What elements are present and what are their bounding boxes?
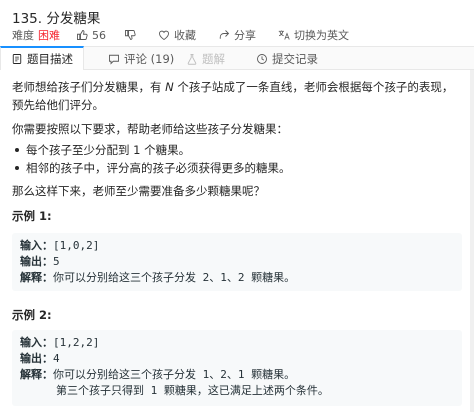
favorite-button[interactable]: 收藏 [158,27,196,43]
problem-header: 135. 分发糖果 难度 困难 56 收藏 分享 切换为英文 [0,0,474,46]
variable-n: N [165,80,174,94]
tab-description-label: 题目描述 [27,52,73,66]
example-2-explanation-cont: 第三个孩子只得到 1 颗糖果，这已满足上述两个条件。 [56,384,329,397]
tab-comments[interactable]: 评论 (19) [108,47,174,70]
example-2-output: 输出：4 [20,352,60,365]
share-icon [219,30,230,39]
example-1-title: 示例 1: [12,209,52,223]
example-2-title: 示例 2: [12,308,52,322]
example-1-input: 输入：[1,0,2] [20,239,100,252]
favorite-label: 收藏 [174,29,196,42]
document-icon [12,54,22,64]
list-item: 每个孩子至少分配到 1 个糖果。 [12,141,291,159]
share-button[interactable]: 分享 [218,27,256,43]
tab-comments-label: 评论 (19) [124,51,175,66]
thumbs-up-icon [77,30,88,40]
tab-solutions-label: 题解 [202,51,225,66]
tab-solutions[interactable]: 题解 [186,47,225,70]
description-paragraph-1: 老师想给孩子们分发糖果，有 N 个孩子站成了一条直线，老师会根据每个孩子的表现，… [12,80,454,112]
rules-list: 每个孩子至少分配到 1 个糖果。 相邻的孩子中，评分高的孩子必须获得更多的糖果。 [12,141,291,177]
tab-submissions[interactable]: 提交记录 [256,47,318,70]
difficulty-badge: 困难 [38,29,60,42]
flask-icon [187,53,197,65]
scrollbar[interactable] [470,70,474,412]
like-count: 56 [92,28,106,42]
example-1-box: 输入：[1,0,2] 输出：5 解释：你可以分别给这三个孩子分发 2、1、2 颗… [12,233,462,291]
difficulty-label: 难度 [12,29,34,42]
share-label: 分享 [234,29,256,42]
example-1-output: 输出：5 [20,255,60,268]
dislike-button[interactable] [124,29,140,41]
tab-description[interactable]: 题目描述 [0,46,84,70]
switch-language-label: 切换为英文 [294,29,349,42]
translate-icon [278,30,290,40]
thumbs-down-icon [125,30,136,40]
description-paragraph-3: 那么这样下来，老师至少需要准备多少颗糖果呢？ [12,184,265,198]
example-1-explanation: 解释：你可以分别给这三个孩子分发 2、1、2 颗糖果。 [20,271,296,284]
problem-meta: 难度 困难 56 收藏 分享 切换为英文 [12,27,371,43]
description-paragraph-2: 你需要按照以下要求，帮助老师给这些孩子分发糖果： [12,122,288,136]
comment-icon [109,54,119,65]
problem-title: 135. 分发糖果 [12,11,101,27]
problem-tabs: 题目描述 评论 (19) 题解 提交记录 [0,46,474,70]
example-2-box: 输入：[1,2,2] 输出：4 解释：你可以分别给这三个孩子分发 1、2、1 颗… [12,330,462,406]
heart-icon [159,30,169,41]
clock-icon [257,53,267,64]
like-button[interactable]: 56 [76,29,106,42]
tab-submissions-label: 提交记录 [272,51,318,66]
example-2-explanation: 解释：你可以分别给这三个孩子分发 1、2、1 颗糖果。 [20,368,296,381]
example-2-input: 输入：[1,2,2] [20,336,100,349]
list-item: 相邻的孩子中，评分高的孩子必须获得更多的糖果。 [12,159,291,177]
switch-language-button[interactable]: 切换为英文 [278,27,349,43]
